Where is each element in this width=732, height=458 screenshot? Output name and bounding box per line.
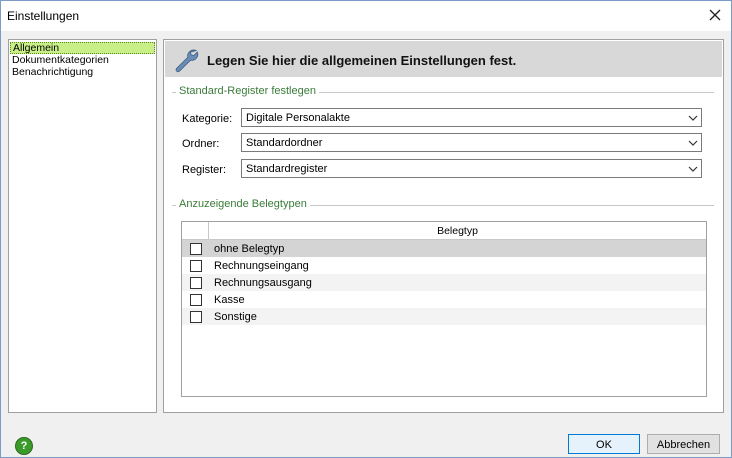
panel-header: Legen Sie hier die allgemeinen Einstellu… (165, 41, 722, 77)
table-row[interactable]: Rechnungseingang (182, 257, 706, 274)
chevron-down-icon (688, 140, 698, 146)
row-checkbox[interactable] (190, 243, 202, 255)
belegtypen-group-title: Anzuzeigende Belegtypen (176, 198, 310, 210)
table-header: Belegtyp (182, 222, 706, 240)
select-column-header (182, 222, 209, 239)
title-bar: Einstellungen (1, 1, 731, 31)
chevron-down-icon (688, 166, 698, 172)
kategorie-select[interactable]: Digitale Personalakte (241, 108, 702, 127)
register-select[interactable]: Standardregister (241, 159, 702, 178)
close-icon (709, 9, 721, 21)
row-label: ohne Belegtyp (214, 243, 285, 255)
belegtyp-table: Belegtyp ohne Belegtyp Rechnungseingang … (181, 221, 707, 397)
row-checkbox[interactable] (190, 311, 202, 323)
help-button[interactable]: ? (15, 437, 33, 455)
ordner-select[interactable]: Standardordner (241, 133, 702, 152)
table-row[interactable]: ohne Belegtyp (182, 240, 706, 257)
row-label: Kasse (214, 294, 245, 306)
ordner-value: Standardordner (246, 137, 323, 149)
row-checkbox[interactable] (190, 277, 202, 289)
help-icon: ? (20, 440, 28, 452)
panel-title: Legen Sie hier die allgemeinen Einstellu… (207, 53, 517, 68)
register-value: Standardregister (246, 163, 328, 175)
settings-dialog: Einstellungen Allgemein Dokumentkategori… (0, 0, 732, 458)
settings-nav: Allgemein Dokumentkategorien Benachricht… (8, 39, 157, 413)
table-row[interactable]: Kasse (182, 291, 706, 308)
ok-button[interactable]: OK (568, 434, 640, 454)
wrench-icon (175, 49, 199, 73)
window-title: Einstellungen (7, 9, 80, 23)
row-label: Rechnungsausgang (214, 277, 312, 289)
column-header-belegtyp[interactable]: Belegtyp (209, 225, 706, 237)
settings-panel: Legen Sie hier die allgemeinen Einstellu… (163, 39, 724, 413)
register-label: Register: (182, 164, 227, 176)
kategorie-value: Digitale Personalakte (246, 112, 350, 124)
nav-item-allgemein[interactable]: Allgemein (10, 42, 155, 54)
chevron-down-icon (688, 115, 698, 121)
row-label: Sonstige (214, 311, 257, 323)
row-checkbox[interactable] (190, 260, 202, 272)
row-label: Rechnungseingang (214, 260, 309, 272)
ordner-label: Ordner: (182, 138, 220, 150)
nav-item-benachrichtigung[interactable]: Benachrichtigung (9, 66, 156, 78)
table-row[interactable]: Sonstige (182, 308, 706, 325)
close-button[interactable] (701, 3, 729, 27)
nav-item-dokumentkategorien[interactable]: Dokumentkategorien (9, 54, 156, 66)
kategorie-label: Kategorie: (182, 113, 233, 125)
standard-register-group-title: Standard-Register festlegen (176, 85, 319, 97)
row-checkbox[interactable] (190, 294, 202, 306)
table-row[interactable]: Rechnungsausgang (182, 274, 706, 291)
cancel-button[interactable]: Abbrechen (647, 434, 720, 454)
